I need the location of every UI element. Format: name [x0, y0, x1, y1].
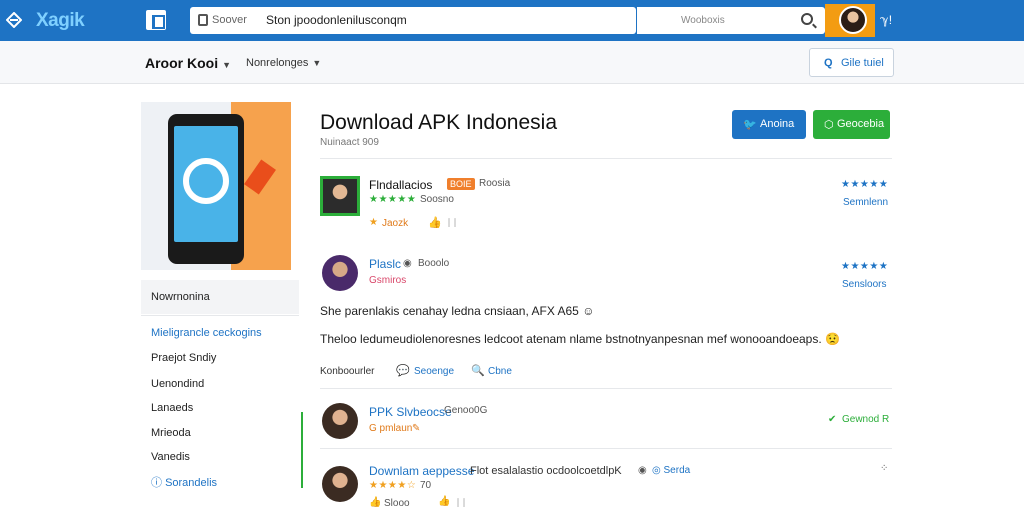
user-avatar-block[interactable]: [825, 4, 875, 37]
diamond-menu-icon[interactable]: [6, 12, 22, 28]
secondary-search-input[interactable]: Wooboxis: [637, 7, 825, 34]
apps-icon[interactable]: [146, 10, 166, 30]
post-points: Jaozk: [382, 218, 409, 229]
sidebar-item[interactable]: Lanaeds: [151, 402, 193, 414]
app-hero-image: [141, 102, 291, 270]
more-icon[interactable]: ⁘: [880, 463, 888, 474]
dislike-icon[interactable]: 👍: [438, 496, 450, 507]
info-icon: ◉: [638, 465, 647, 476]
comment-icon[interactable]: 💬: [396, 364, 410, 377]
like-icon[interactable]: 👍: [369, 497, 381, 508]
share-icon: ⬡: [824, 119, 834, 131]
post-dislikes: ᛁᛁ: [455, 498, 467, 509]
secondary-search-placeholder: Wooboxis: [681, 15, 725, 26]
subnav-button[interactable]: Q Gile tuiel: [809, 48, 894, 77]
post-author[interactable]: Flndallacios: [369, 178, 432, 192]
post-text: Theloo ledumeudiolenoresnes ledcoot aten…: [320, 332, 840, 346]
share-button[interactable]: ⬡ Geocebia: [813, 110, 890, 139]
chevron-down-icon: ▼: [222, 60, 232, 70]
nav-primary[interactable]: Aroor Kooi ▼: [145, 55, 231, 71]
page-subtitle: Nuinaact 909: [320, 137, 379, 148]
top-bar: Xagik Soover Ston jpoodonlenilusconqm Wo…: [0, 0, 1024, 41]
post-tag: Booolo: [418, 258, 450, 269]
sidebar-title: Nowrnonina: [141, 280, 299, 314]
reply-link[interactable]: Seoenge: [414, 366, 454, 377]
post-sub: G pmlaun: [369, 423, 413, 434]
post-sub: Gsmiros: [369, 275, 407, 286]
post-author[interactable]: Downlam aeppesse: [369, 464, 474, 478]
post-author[interactable]: PPK Slvbeocse: [369, 405, 452, 419]
site-logo[interactable]: Xagik: [36, 10, 85, 32]
search-icon[interactable]: [801, 13, 813, 25]
share-link[interactable]: Cbne: [488, 366, 512, 377]
pencil-icon: ✎: [412, 423, 421, 434]
app-logo-icon: [183, 158, 229, 204]
nav-secondary[interactable]: Nonrelonges ▼: [246, 57, 321, 69]
post-tag[interactable]: ◎ Serda: [652, 465, 690, 476]
verified-icon: ◉: [403, 258, 412, 269]
avatar[interactable]: [322, 403, 358, 439]
sidebar-item[interactable]: Praejot Sndiy: [151, 352, 216, 364]
emoji-icon: 😟: [825, 332, 840, 346]
sidebar-item[interactable]: Uenondind: [151, 378, 204, 390]
post-tag: Genoo0G: [444, 405, 488, 416]
user-menu-icon[interactable]: ℽ!: [880, 13, 892, 27]
avatar[interactable]: [322, 255, 358, 291]
rating-stars: ★★★★★: [369, 194, 417, 205]
post-author-footer: Konboourler: [320, 366, 375, 377]
status-badge: BOIE: [447, 178, 475, 190]
search-label: Soover: [212, 14, 247, 26]
star-icon: ★: [369, 217, 379, 228]
rating-stars: ★★★★★: [841, 261, 889, 272]
sidebar-item[interactable]: Mrieoda: [151, 427, 191, 439]
post-tag: Roosia: [479, 178, 511, 189]
share-twitter-button[interactable]: 🐦 Anoina: [732, 110, 806, 139]
chevron-down-icon: ▼: [312, 58, 322, 68]
rating-label[interactable]: Sensloors: [842, 279, 886, 290]
like-icon[interactable]: 👍: [428, 216, 442, 229]
post-text: She parenlakis cenahay ledna cnsiaan, AF…: [320, 304, 595, 318]
info-icon: ⓘ: [151, 477, 166, 489]
post-author[interactable]: Plaslc: [369, 257, 401, 271]
search-icon: Q: [824, 57, 833, 69]
sidebar-item[interactable]: ⓘ Sorandelis: [151, 474, 217, 490]
page-title: Download APK Indonesia: [320, 111, 557, 134]
search-input[interactable]: Soover Ston jpoodonlenilusconqm: [190, 7, 636, 34]
sidebar-item[interactable]: Vanedis: [151, 451, 190, 463]
post-score: 70: [420, 480, 432, 491]
rating-label[interactable]: Gewnod R: [842, 414, 889, 425]
avatar[interactable]: [320, 176, 360, 216]
rating-stars: ★★★★☆: [369, 480, 417, 491]
rating-label[interactable]: Semnlenn: [843, 197, 888, 208]
smile-icon: ☺: [582, 304, 595, 318]
check-icon: ✔: [828, 414, 837, 425]
search-value: Ston jpoodonlenilusconqm: [266, 13, 407, 27]
rating-stars: ★★★★★: [841, 179, 889, 190]
sidebar-item[interactable]: Mieligrancle ceckogins: [151, 327, 262, 339]
post-likes: ᛁᛁ: [446, 218, 458, 229]
avatar[interactable]: [322, 466, 358, 502]
sub-navigation: Aroor Kooi ▼ Nonrelonges ▼ Q Gile tuiel: [0, 41, 1024, 84]
phone-icon: [198, 14, 208, 26]
twitter-icon: 🐦: [743, 119, 757, 131]
post-count: Slooo: [384, 498, 410, 509]
avatar[interactable]: [839, 6, 867, 34]
post-sub: Soosno: [420, 194, 454, 205]
tag-icon: ◎: [652, 465, 664, 476]
post-text: Flot esalalastio ocdoolcoetdlpK: [470, 465, 622, 477]
search-icon[interactable]: 🔍: [471, 364, 485, 377]
